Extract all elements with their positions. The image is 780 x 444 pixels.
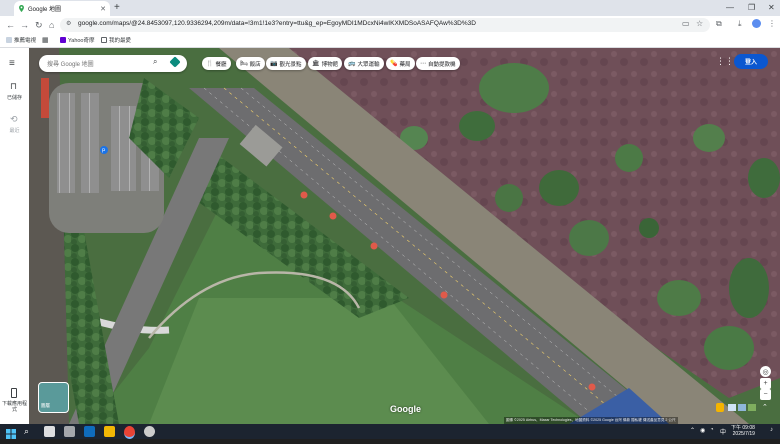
tab-google-maps[interactable]: Google 地圖 ✕ bbox=[14, 1, 110, 16]
task-view-icon[interactable] bbox=[44, 426, 55, 437]
search-input[interactable] bbox=[45, 58, 149, 71]
hamburger-menu-icon[interactable]: ≡ bbox=[9, 58, 15, 69]
layers-button[interactable]: 圖層 bbox=[38, 382, 69, 413]
bookmark-item[interactable]: 我的最愛 bbox=[101, 36, 131, 44]
search-icon[interactable]: ⌕ bbox=[153, 57, 157, 67]
apps-grid-icon[interactable]: ▦ bbox=[42, 36, 49, 44]
grid-icon bbox=[6, 37, 12, 43]
tab-title: Google 地圖 bbox=[28, 7, 62, 13]
close-window-icon[interactable]: ✕ bbox=[768, 2, 775, 14]
expand-chevron-icon[interactable]: ⌃ bbox=[762, 403, 771, 412]
taskbar-search-icon[interactable]: ⌕ bbox=[24, 426, 35, 437]
maps-favicon-icon bbox=[19, 5, 24, 12]
recent-label[interactable]: 最近 bbox=[0, 127, 29, 134]
profile-avatar[interactable] bbox=[752, 19, 761, 28]
google-logo: Google bbox=[390, 404, 421, 414]
minimize-icon[interactable]: — bbox=[726, 2, 734, 14]
home-icon[interactable]: ⌂ bbox=[49, 19, 54, 31]
chip-attractions[interactable]: 📷 觀光景點 bbox=[266, 57, 306, 70]
street-view-pegman-icon[interactable] bbox=[716, 403, 724, 412]
cast-icon[interactable]: ▭ bbox=[682, 19, 690, 28]
directions-icon[interactable] bbox=[169, 56, 181, 68]
tray-chevron-icon[interactable]: ⌃ bbox=[690, 427, 695, 434]
hotel-icon: 🛏 bbox=[240, 61, 248, 67]
windows-taskbar bbox=[0, 424, 780, 439]
saved-label[interactable]: 已儲存 bbox=[0, 94, 29, 101]
chip-atm[interactable]: ⋯ 自動提款機 bbox=[416, 57, 460, 70]
notification-bell-icon[interactable]: ♪ bbox=[770, 427, 773, 433]
download-icon[interactable]: ⤓ bbox=[738, 19, 742, 29]
zoom-in-button[interactable]: + bbox=[760, 378, 771, 389]
file-explorer-icon[interactable] bbox=[104, 426, 115, 437]
input-method-label[interactable]: 中 bbox=[720, 427, 726, 436]
clock-date: 2025/7/19 bbox=[732, 431, 755, 437]
camera-icon: 📷 bbox=[270, 61, 278, 67]
map-type-thumb-2[interactable] bbox=[738, 404, 746, 411]
yahoo-icon bbox=[60, 37, 66, 43]
maximize-icon[interactable]: ❐ bbox=[748, 2, 755, 14]
recent-history-icon[interactable]: ⟲ bbox=[10, 114, 18, 125]
outlook-icon[interactable] bbox=[84, 426, 95, 437]
volume-icon[interactable]: ◔ bbox=[710, 427, 714, 433]
layers-label: 圖層 bbox=[41, 403, 50, 408]
tab-close-icon[interactable]: ✕ bbox=[100, 5, 106, 13]
google-apps-icon[interactable]: ⋮⋮ bbox=[716, 56, 734, 67]
new-tab-button[interactable]: + bbox=[114, 2, 120, 14]
my-location-icon[interactable]: ◎ bbox=[760, 366, 771, 377]
satellite-map[interactable]: P bbox=[29, 48, 780, 424]
atm-icon: ⋯ bbox=[420, 61, 426, 67]
download-app-label[interactable]: 下載應用程式 bbox=[0, 401, 29, 413]
left-sidebar: ≡ ⊓ 已儲存 ⟲ 最近 下載應用程式 bbox=[0, 48, 29, 424]
saved-bookmark-icon[interactable]: ⊓ bbox=[10, 81, 17, 92]
folder-icon bbox=[101, 37, 107, 43]
chip-restaurants[interactable]: 🍴 餐廳 bbox=[202, 57, 231, 70]
pharmacy-icon: 💊 bbox=[390, 61, 398, 67]
windows-start-icon[interactable] bbox=[6, 426, 17, 439]
menu-kebab-icon[interactable]: ⋮ bbox=[768, 19, 776, 28]
bookmark-star-icon[interactable]: ☆ bbox=[696, 19, 703, 28]
bookmark-item[interactable]: 推薦電視 bbox=[6, 36, 36, 44]
url-text: google.com/maps/@24.8453097,120.9336294,… bbox=[78, 20, 476, 27]
chrome-icon[interactable] bbox=[124, 426, 135, 439]
chip-hotels[interactable]: 🛏 飯店 bbox=[236, 57, 265, 70]
restaurant-icon: 🍴 bbox=[206, 61, 214, 67]
chip-transit[interactable]: 🚌 大眾運輸 bbox=[344, 57, 384, 70]
forward-icon[interactable]: → bbox=[20, 19, 29, 31]
site-info-icon[interactable]: ⚙ bbox=[66, 20, 71, 27]
chip-pharmacy[interactable]: 💊 藥局 bbox=[386, 57, 415, 70]
map-type-thumb-3[interactable] bbox=[748, 404, 756, 411]
bookmark-item[interactable]: Yahoo奇摩 bbox=[60, 36, 95, 44]
zoom-out-button[interactable]: − bbox=[760, 389, 771, 400]
clock[interactable]: 下午 09:08 2025/7/19 bbox=[731, 425, 755, 437]
museum-icon: 🏛 bbox=[312, 61, 320, 67]
phone-icon[interactable] bbox=[11, 388, 17, 398]
extensions-icon[interactable]: ⧉ bbox=[716, 19, 722, 29]
satellite-imagery: P bbox=[29, 48, 780, 424]
widgets-icon[interactable] bbox=[64, 426, 75, 437]
chip-museums[interactable]: 🏛 博物館 bbox=[308, 57, 343, 70]
network-icon[interactable]: ◉ bbox=[700, 427, 705, 434]
reload-icon[interactable]: ↻ bbox=[35, 19, 43, 31]
map-type-thumb-1[interactable] bbox=[728, 404, 736, 411]
bus-icon: 🚌 bbox=[348, 61, 356, 67]
back-icon[interactable]: ← bbox=[6, 19, 15, 31]
app-icon[interactable] bbox=[144, 426, 155, 437]
search-box: ⌕ bbox=[39, 55, 187, 72]
sign-in-button[interactable]: 登入 bbox=[734, 54, 768, 69]
map-attribution: 圖像 ©2025 Airbus、Maxar Technologies，地圖資料 … bbox=[504, 417, 678, 424]
